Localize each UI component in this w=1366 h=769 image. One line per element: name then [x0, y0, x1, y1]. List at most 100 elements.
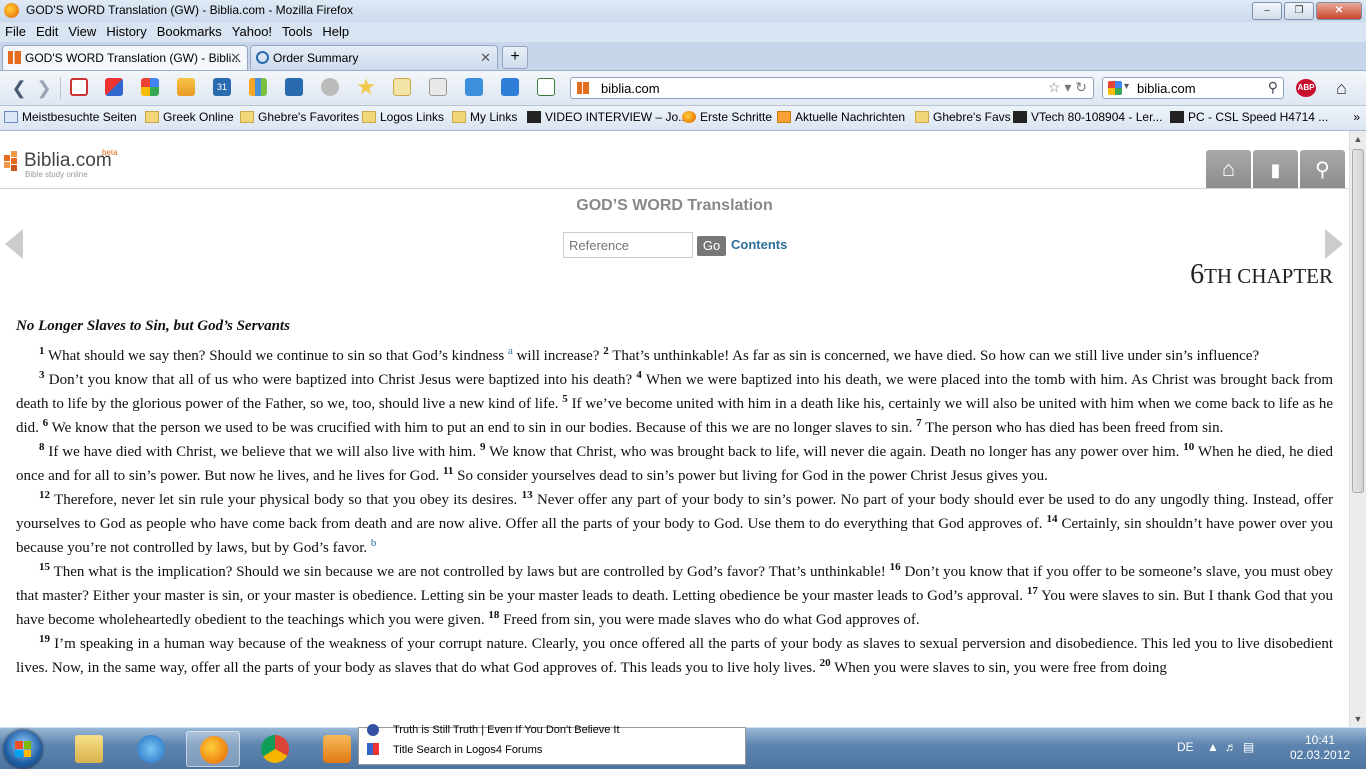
start-button[interactable] — [4, 730, 42, 768]
home-icon[interactable]: ⌂ — [1336, 77, 1358, 99]
calendar-icon[interactable]: 31 — [213, 78, 231, 96]
adblock-icon[interactable]: ABP — [1296, 79, 1316, 97]
scroll-up-arrow-icon[interactable]: ▲ — [1350, 131, 1366, 147]
tab-biblia[interactable]: GOD'S WORD Translation (GW) - Bibli... ✕ — [2, 45, 248, 70]
gear-icon[interactable] — [321, 78, 339, 96]
menu-view[interactable]: View — [63, 22, 101, 42]
stats-icon[interactable] — [249, 78, 267, 96]
addon-icon[interactable] — [105, 78, 123, 96]
contents-link[interactable]: Contents — [731, 237, 787, 252]
bookmark-folder[interactable]: Ghebre's Favorites — [240, 110, 359, 124]
section-heading: No Longer Slaves to Sin, but God’s Serva… — [16, 318, 290, 334]
verse-text: Therefore, never let sin rule your physi… — [54, 492, 522, 508]
menu-bookmarks[interactable]: Bookmarks — [152, 22, 227, 42]
reload-icon[interactable]: ↻ — [1075, 79, 1087, 95]
google-icon[interactable] — [141, 78, 159, 96]
bookmark-item[interactable]: PC - CSL Speed H4714 ... — [1170, 110, 1328, 124]
restore-button[interactable]: ❐ — [1284, 2, 1314, 20]
next-chapter-arrow-icon[interactable] — [1325, 229, 1343, 259]
menu-yahoo[interactable]: Yahoo! — [227, 22, 277, 42]
jumplist-item[interactable]: Truth is Still Truth | Even If You Don't… — [393, 724, 620, 736]
house-icon: ⌂ — [1221, 156, 1236, 181]
go-button[interactable]: Go — [697, 236, 726, 256]
menu-help[interactable]: Help — [317, 22, 354, 42]
search-button[interactable]: ⚲ — [1300, 150, 1345, 188]
menu-file[interactable]: File — [0, 22, 31, 42]
gmail-icon[interactable] — [70, 78, 88, 96]
jumplist-item[interactable]: Title Search in Logos4 Forums — [393, 744, 542, 756]
bookmark-item[interactable]: VTech 80-108904 - Ler... — [1013, 110, 1162, 124]
bookmark-item[interactable]: Aktuelle Nachrichten — [777, 110, 905, 124]
bookmark-label: PC - CSL Speed H4714 ... — [1188, 110, 1329, 124]
tray-up-arrow-icon[interactable]: ▲ — [1207, 740, 1225, 754]
bookmark-item[interactable]: Erste Schritte — [682, 110, 772, 124]
passage-paragraph: 1 What should we say then? Should we con… — [16, 344, 1333, 368]
home-button[interactable]: ⌂ — [1206, 150, 1251, 188]
close-tab-icon[interactable]: ✕ — [230, 46, 241, 70]
passage-text: No Longer Slaves to Sin, but God’s Serva… — [16, 314, 1333, 680]
bookmark-folder[interactable]: Ghebre's Favs — [915, 110, 1011, 124]
clock-time: 10:41 — [1304, 733, 1336, 747]
taskbar-clock[interactable]: 10:41 02.03.2012 — [1290, 733, 1350, 763]
bookmarks-overflow-icon[interactable]: » — [1353, 110, 1360, 124]
minimize-button[interactable]: – — [1252, 2, 1282, 20]
back-arrow-icon[interactable]: ❮ — [8, 77, 30, 99]
scrollbar-thumb[interactable] — [1352, 149, 1364, 493]
bookmark-star-icon[interactable] — [393, 78, 411, 96]
volume-icon[interactable]: ♬ — [1225, 740, 1243, 754]
url-actions: ☆ ▾ ↻ — [1048, 79, 1087, 96]
bookmark-label: Logos Links — [380, 110, 445, 124]
dropdown-arrow-icon[interactable]: ▾ — [1064, 79, 1071, 95]
page-scrollbar[interactable]: ▲ ▼ — [1349, 131, 1366, 727]
jumplist-popup: Truth is Still Truth | Even If You Don't… — [358, 724, 746, 765]
chapter-heading: 6TH CHAPTER — [1190, 259, 1333, 291]
bookmark-folder[interactable]: Greek Online — [145, 110, 234, 124]
footnote-link[interactable]: b — [371, 537, 377, 549]
bookmark-folder[interactable]: My Links — [452, 110, 517, 124]
system-tray[interactable]: ▲♬▤ — [1207, 740, 1260, 754]
tab-order-summary[interactable]: Order Summary ✕ — [250, 45, 498, 69]
previous-chapter-arrow-icon[interactable] — [5, 229, 23, 259]
engine-dropdown-icon[interactable]: ▾ — [1124, 81, 1129, 92]
bookmark-item[interactable]: VIDEO INTERVIEW – Jo... — [527, 110, 688, 124]
star-icon[interactable] — [357, 78, 375, 95]
forward-arrow-icon[interactable]: ❯ — [33, 77, 55, 99]
folder-blue-icon[interactable] — [465, 78, 483, 96]
verse-number: 6 — [42, 417, 49, 429]
book-icon: ▮ — [1270, 160, 1281, 180]
reference-input[interactable] — [563, 232, 693, 258]
bookmark-folder[interactable]: Logos Links — [362, 110, 444, 124]
bookmark-item[interactable]: Meistbesuchte Seiten — [4, 110, 137, 124]
bookmark-star-outline-icon[interactable]: ☆ — [1048, 79, 1061, 95]
verse-number: 20 — [819, 657, 831, 669]
menu-history[interactable]: History — [101, 22, 151, 42]
dropbox-icon[interactable] — [285, 78, 303, 96]
taskbar-media[interactable] — [310, 731, 354, 767]
library-button[interactable]: ▮ — [1253, 150, 1298, 188]
verse-text: What should we say then? Should we conti… — [47, 348, 508, 364]
photos-icon[interactable] — [177, 78, 195, 96]
taskbar-explorer[interactable] — [62, 731, 116, 767]
taskbar-ie[interactable] — [124, 731, 178, 767]
language-indicator[interactable]: DE — [1177, 740, 1194, 754]
verse-number: 10 — [1183, 441, 1195, 453]
scroll-down-arrow-icon[interactable]: ▼ — [1350, 711, 1366, 727]
menu-tools[interactable]: Tools — [277, 22, 317, 42]
new-tab-button[interactable]: + — [502, 46, 528, 69]
window-title: GOD'S WORD Translation (GW) - Biblia.com… — [26, 3, 354, 17]
close-window-button[interactable]: ✕ — [1316, 2, 1362, 20]
menu-edit[interactable]: Edit — [31, 22, 63, 42]
close-tab-icon[interactable]: ✕ — [480, 46, 491, 70]
search-icon[interactable]: ⚲ — [1268, 79, 1278, 96]
search-bar[interactable]: ▾ biblia.com ⚲ — [1102, 77, 1284, 99]
network-icon[interactable]: ▤ — [1243, 740, 1260, 754]
taskbar-firefox[interactable] — [186, 731, 240, 767]
favorites-icon[interactable] — [429, 78, 447, 96]
page-content: Biblia.com beta Bible study online ⌂ ▮ ⚲… — [0, 131, 1349, 727]
google-search-engine-icon[interactable] — [1108, 81, 1122, 95]
screenshot-icon[interactable] — [537, 78, 555, 96]
passage-paragraph: 3 Don’t you know that all of us who were… — [16, 368, 1333, 440]
taskbar-chrome[interactable] — [248, 731, 302, 767]
window-icon[interactable] — [501, 78, 519, 96]
address-bar[interactable]: biblia.com ☆ ▾ ↻ — [570, 77, 1094, 99]
